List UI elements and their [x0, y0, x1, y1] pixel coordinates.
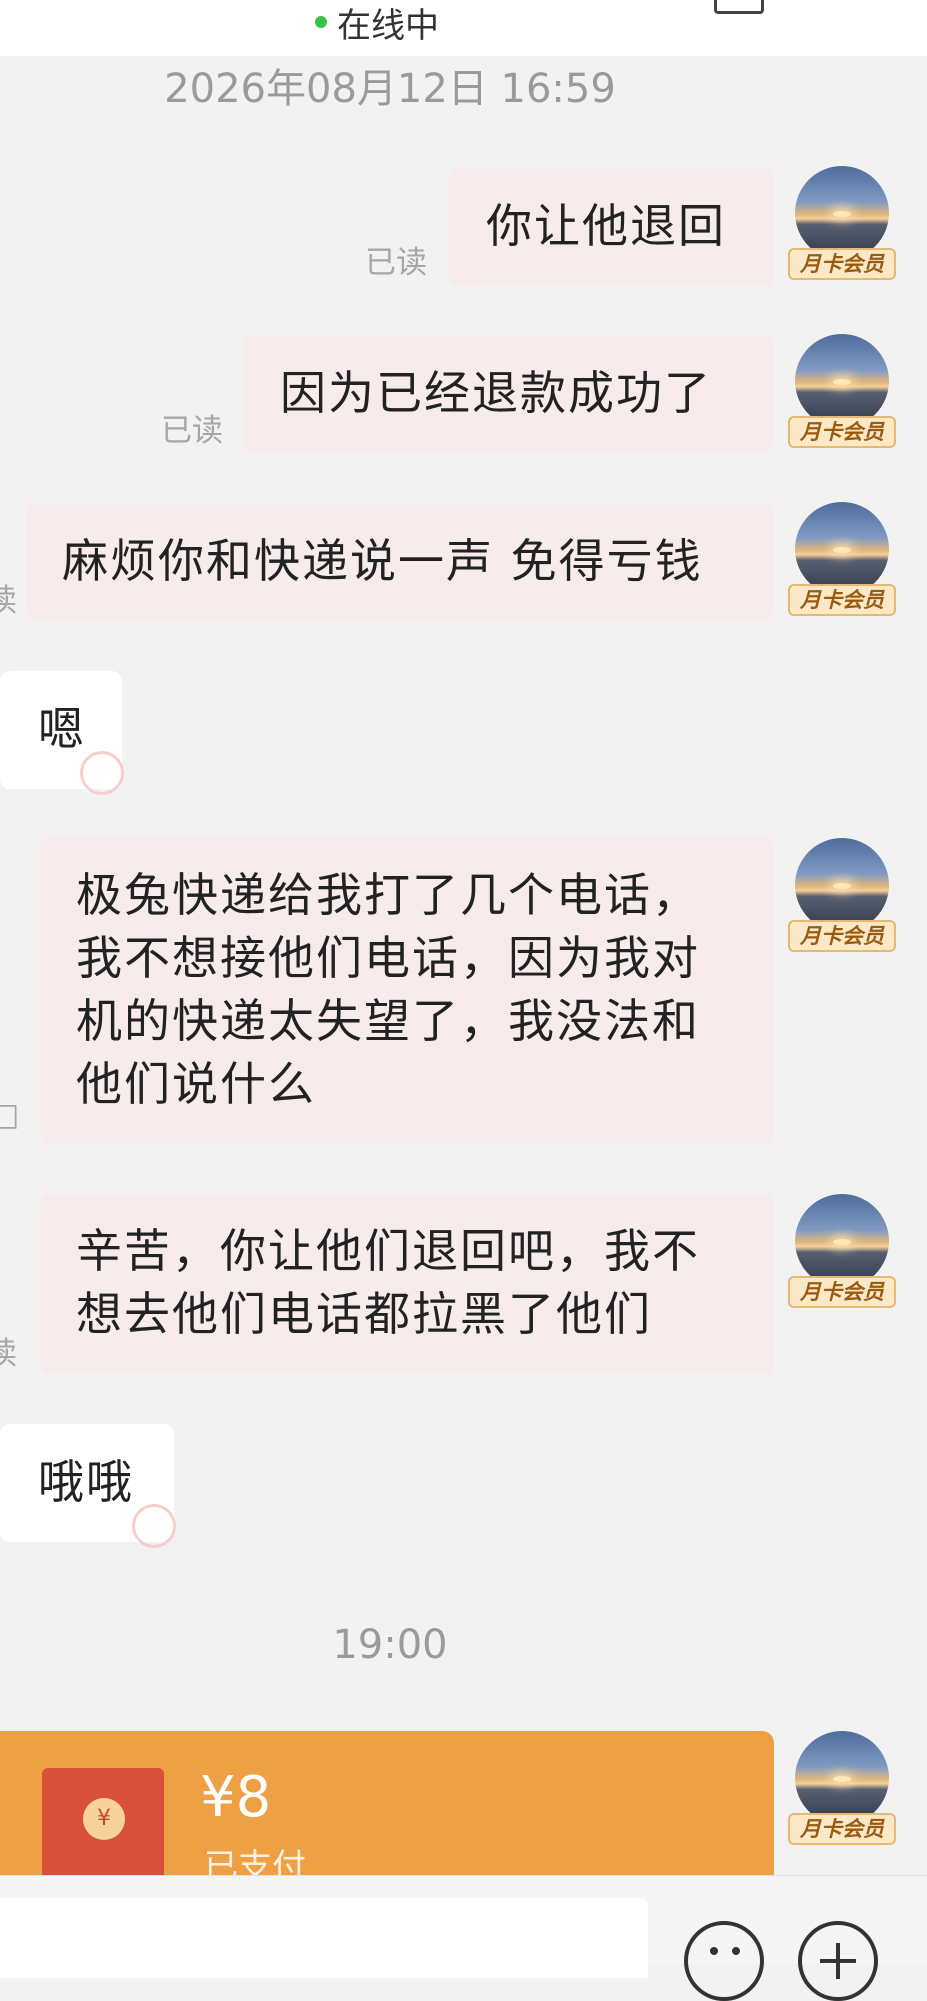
online-status: 在线中 — [315, 0, 439, 46]
avatar[interactable] — [795, 502, 889, 596]
online-status-text: 在线中 — [337, 5, 439, 46]
vip-badge: 月卡会员 — [788, 920, 896, 952]
timestamp: 2026年08月12日 16:59 — [164, 66, 616, 112]
vip-badge: 月卡会员 — [788, 1813, 896, 1845]
message-bubble[interactable]: 麻烦你和快递说一声 免得亏钱 — [26, 503, 774, 621]
coin-icon: ¥ — [83, 1798, 125, 1840]
message-text-line: 他们说什么 — [76, 1057, 316, 1111]
message-text: 因为已经退款成功了 — [280, 366, 712, 420]
avatar[interactable] — [795, 1194, 889, 1288]
message-bubble[interactable]: 辛苦，你让他们退回吧，我不 想去他们电话都拉黑了他们 — [40, 1194, 774, 1374]
message-bubble[interactable]: 哦哦 — [0, 1424, 176, 1548]
message-text: 嗯 — [38, 702, 86, 756]
header-menu-icon[interactable] — [714, 0, 764, 14]
vip-badge: 月卡会员 — [788, 248, 896, 280]
red-packet-card[interactable]: ¥ ¥8 已支付 — [0, 1731, 774, 1887]
avatar[interactable] — [795, 838, 889, 932]
read-receipt: 读 — [0, 583, 17, 619]
message-input[interactable] — [0, 1898, 648, 1978]
emoji-icon[interactable] — [684, 1921, 764, 2001]
message-text-line: 极兔快递给我打了几个电话， — [76, 868, 700, 922]
message-bubble[interactable]: 你让他退回 — [448, 168, 774, 286]
plus-icon[interactable] — [798, 1921, 878, 2001]
message-text: 哦哦 — [38, 1455, 134, 1509]
avatar[interactable] — [795, 334, 889, 428]
red-packet-amount: ¥8 — [200, 1765, 272, 1830]
message-text-line: 辛苦，你让他们退回吧，我不 — [76, 1224, 700, 1278]
read-receipt: 读 — [0, 1336, 17, 1372]
avatar[interactable] — [795, 166, 889, 260]
message-bubble[interactable]: 嗯 — [0, 671, 124, 795]
vip-badge: 月卡会员 — [788, 1276, 896, 1308]
red-envelope-icon: ¥ — [42, 1768, 164, 1881]
input-bar — [0, 1875, 927, 2001]
vip-badge: 月卡会员 — [788, 416, 896, 448]
message-bubble[interactable]: 因为已经退款成功了 — [244, 335, 774, 453]
read-receipt: □ — [0, 1097, 20, 1133]
avatar[interactable] — [795, 1731, 889, 1825]
read-receipt: 已读 — [161, 413, 223, 449]
message-text: 你让他退回 — [486, 199, 726, 253]
message-text-line: 我不想接他们电话，因为我对 — [76, 931, 700, 985]
message-bubble[interactable]: 极兔快递给我打了几个电话， 我不想接他们电话，因为我对 机的快递太失望了，我没法… — [40, 838, 774, 1144]
chat-header: 在线中 — [0, 0, 927, 56]
online-dot-icon — [315, 16, 327, 28]
vip-badge: 月卡会员 — [788, 584, 896, 616]
watermark-stamp-icon — [132, 1504, 176, 1548]
message-text: 麻烦你和快递说一声 免得亏钱 — [62, 534, 703, 588]
message-text-line: 机的快递太失望了，我没法和 — [76, 994, 700, 1048]
watermark-stamp-icon — [80, 751, 124, 795]
timestamp: 19:00 — [332, 1622, 448, 1668]
message-text-line: 想去他们电话都拉黑了他们 — [76, 1287, 652, 1341]
read-receipt: 已读 — [365, 245, 427, 281]
